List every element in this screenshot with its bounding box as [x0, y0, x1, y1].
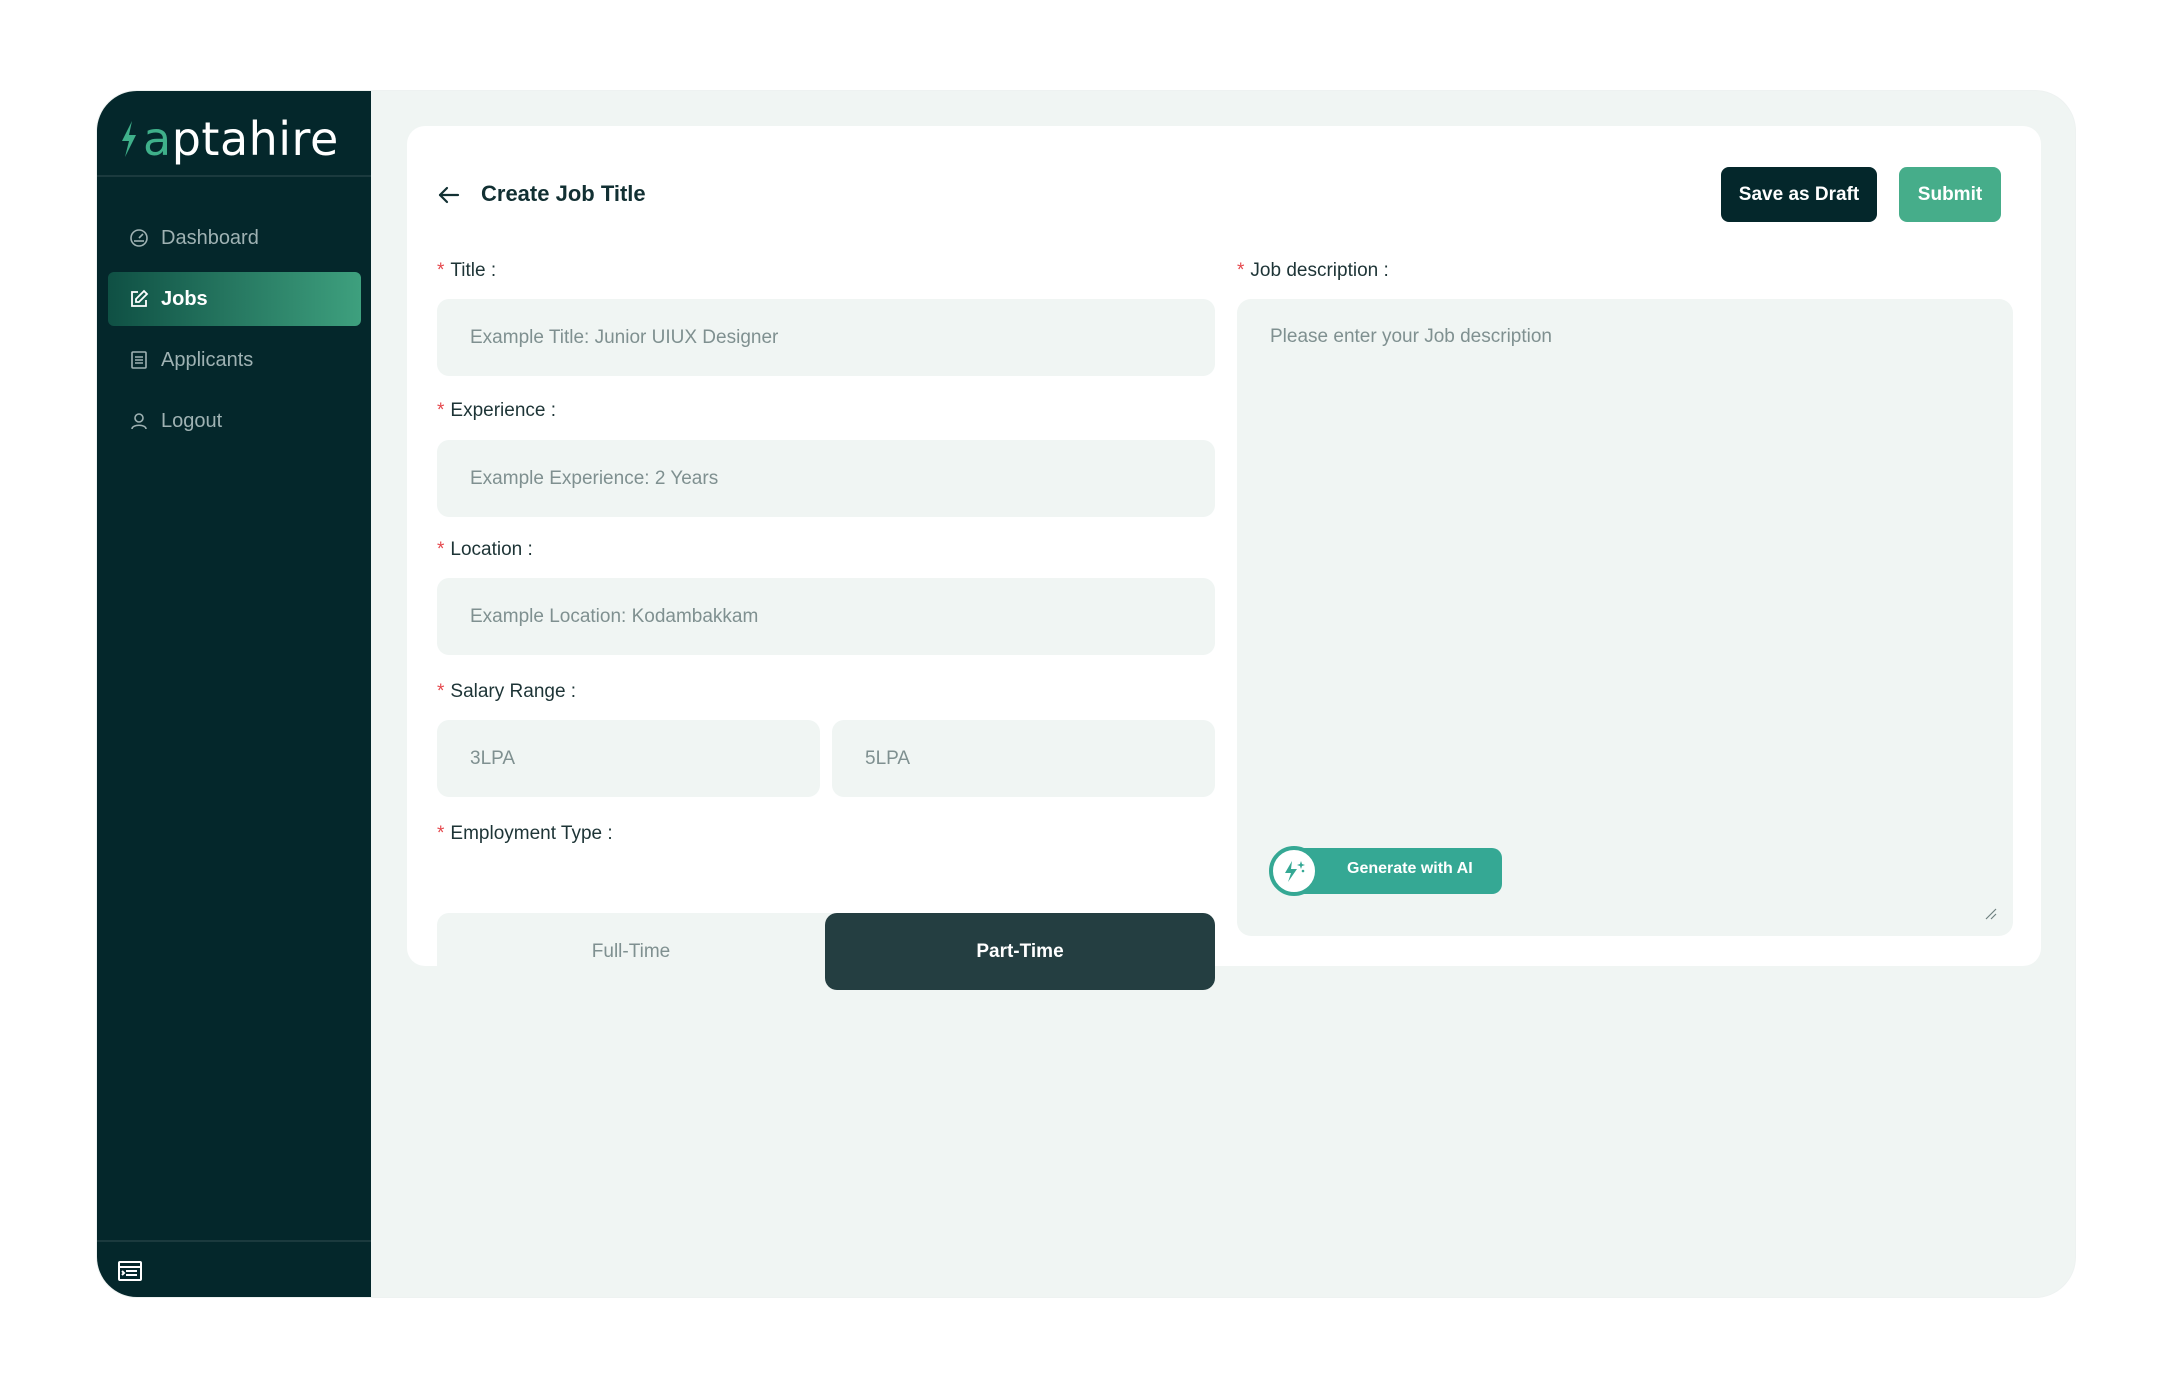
required-marker: * [437, 260, 445, 281]
required-marker: * [437, 681, 445, 702]
page-title: Create Job Title [481, 181, 646, 206]
sidebar-item-label: Applicants [161, 348, 254, 371]
brand-logo[interactable]: aptahire [119, 109, 339, 169]
sidebar-item-dashboard[interactable]: Dashboard [108, 211, 361, 265]
sidebar-bottom-divider [97, 1240, 371, 1242]
gauge-icon [129, 228, 149, 248]
location-input[interactable]: Example Location: Kodambakkam [437, 578, 1215, 655]
sidebar-item-label: Jobs [161, 287, 208, 310]
sidebar-item-logout[interactable]: Logout [108, 394, 361, 448]
brand-name: ptahire [171, 112, 339, 166]
sidebar-item-label: Logout [161, 409, 223, 432]
resize-handle-icon[interactable] [1985, 908, 1997, 920]
sidebar-nav: Dashboard Jobs Applicants Logout [108, 211, 361, 455]
location-label: * Location : [437, 539, 533, 560]
edit-icon [129, 289, 149, 309]
sidebar-divider [97, 175, 371, 177]
ai-button-label: Generate with AI [1347, 860, 1473, 877]
list-icon [129, 350, 149, 370]
title-label: * Title : [437, 260, 497, 281]
job-description-label: * Job description : [1237, 260, 1389, 281]
sidebar-collapse-icon[interactable] [117, 1259, 143, 1283]
page-header: Create Job Title Save as Draft Submit [437, 167, 2011, 223]
back-arrow-icon[interactable] [437, 184, 461, 206]
create-job-card: Create Job Title Save as Draft Submit * T… [407, 126, 2041, 990]
required-marker: * [437, 539, 445, 560]
app-window: aptahire Dashboard Jobs Applicants Logou… [97, 91, 2075, 1297]
full-time-option[interactable]: Full-Time [437, 913, 825, 990]
part-time-option[interactable]: Part-Time [825, 913, 1215, 990]
sidebar-item-label: Dashboard [161, 226, 259, 249]
title-input[interactable]: Example Title: Junior UIUX Designer [437, 299, 1215, 376]
job-description-placeholder: Please enter your Job description [1270, 326, 1552, 347]
required-marker: * [437, 823, 445, 844]
submit-button[interactable]: Submit [1899, 167, 2001, 222]
required-marker: * [437, 400, 445, 421]
job-description-textarea[interactable]: Please enter your Job description Genera… [1237, 299, 2013, 936]
user-icon [129, 411, 149, 431]
generate-with-ai-button[interactable]: Generate with AI [1269, 846, 1502, 896]
brand-prefix: a [143, 112, 172, 166]
employment-type-toggle: Full-Time Part-Time [437, 913, 1215, 990]
sidebar-item-applicants[interactable]: Applicants [108, 333, 361, 387]
experience-input[interactable]: Example Experience: 2 Years [437, 440, 1215, 517]
salary-label: * Salary Range : [437, 681, 577, 702]
save-draft-button[interactable]: Save as Draft [1721, 167, 1877, 222]
experience-label: * Experience : [437, 400, 557, 421]
employment-type-label: * Employment Type : [437, 823, 613, 844]
bolt-logo-icon [122, 121, 136, 157]
required-marker: * [1237, 260, 1245, 281]
salary-min-input[interactable]: 3LPA [437, 720, 820, 797]
sidebar-item-jobs[interactable]: Jobs [108, 272, 361, 326]
sidebar: aptahire Dashboard Jobs Applicants Logou… [97, 91, 371, 1297]
salary-max-input[interactable]: 5LPA [832, 720, 1215, 797]
ai-sparkle-icon [1269, 846, 1319, 896]
